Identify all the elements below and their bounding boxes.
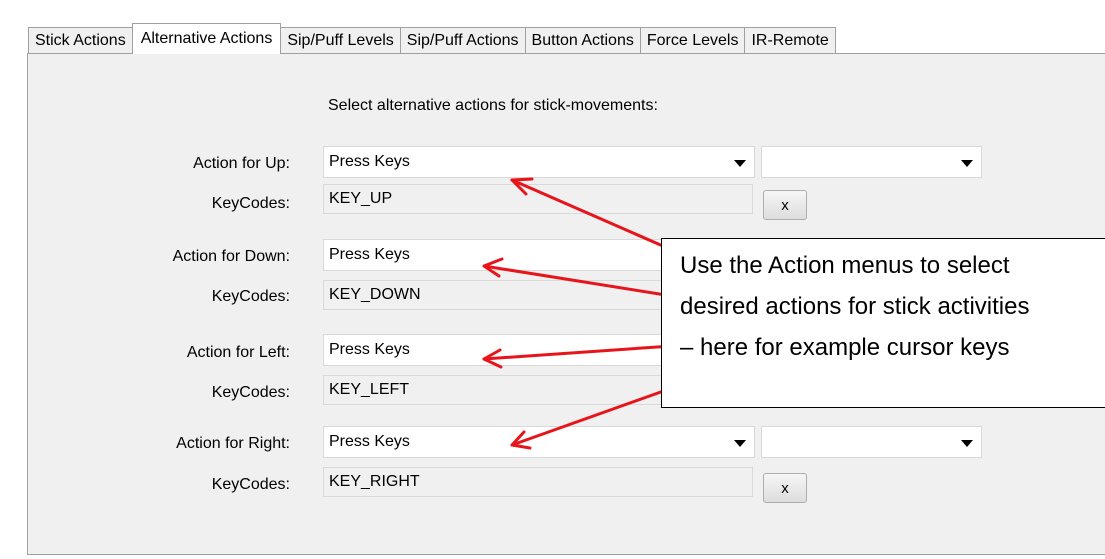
tab-alternative-actions[interactable]: Alternative Actions (131, 23, 282, 54)
arrow-to-left-select (482, 344, 674, 361)
callout-line: desired actions for stick activities (680, 293, 1030, 320)
arrow-to-right-select (510, 386, 674, 447)
arrow-to-down-select (482, 264, 674, 298)
callout-line: Use the Action menus to select (680, 252, 1010, 279)
arrow-to-up-select (510, 178, 674, 252)
callout-line: – here for example cursor keys (680, 334, 1010, 361)
annotation-callout: Use the Action menus to select desired a… (661, 238, 1105, 408)
